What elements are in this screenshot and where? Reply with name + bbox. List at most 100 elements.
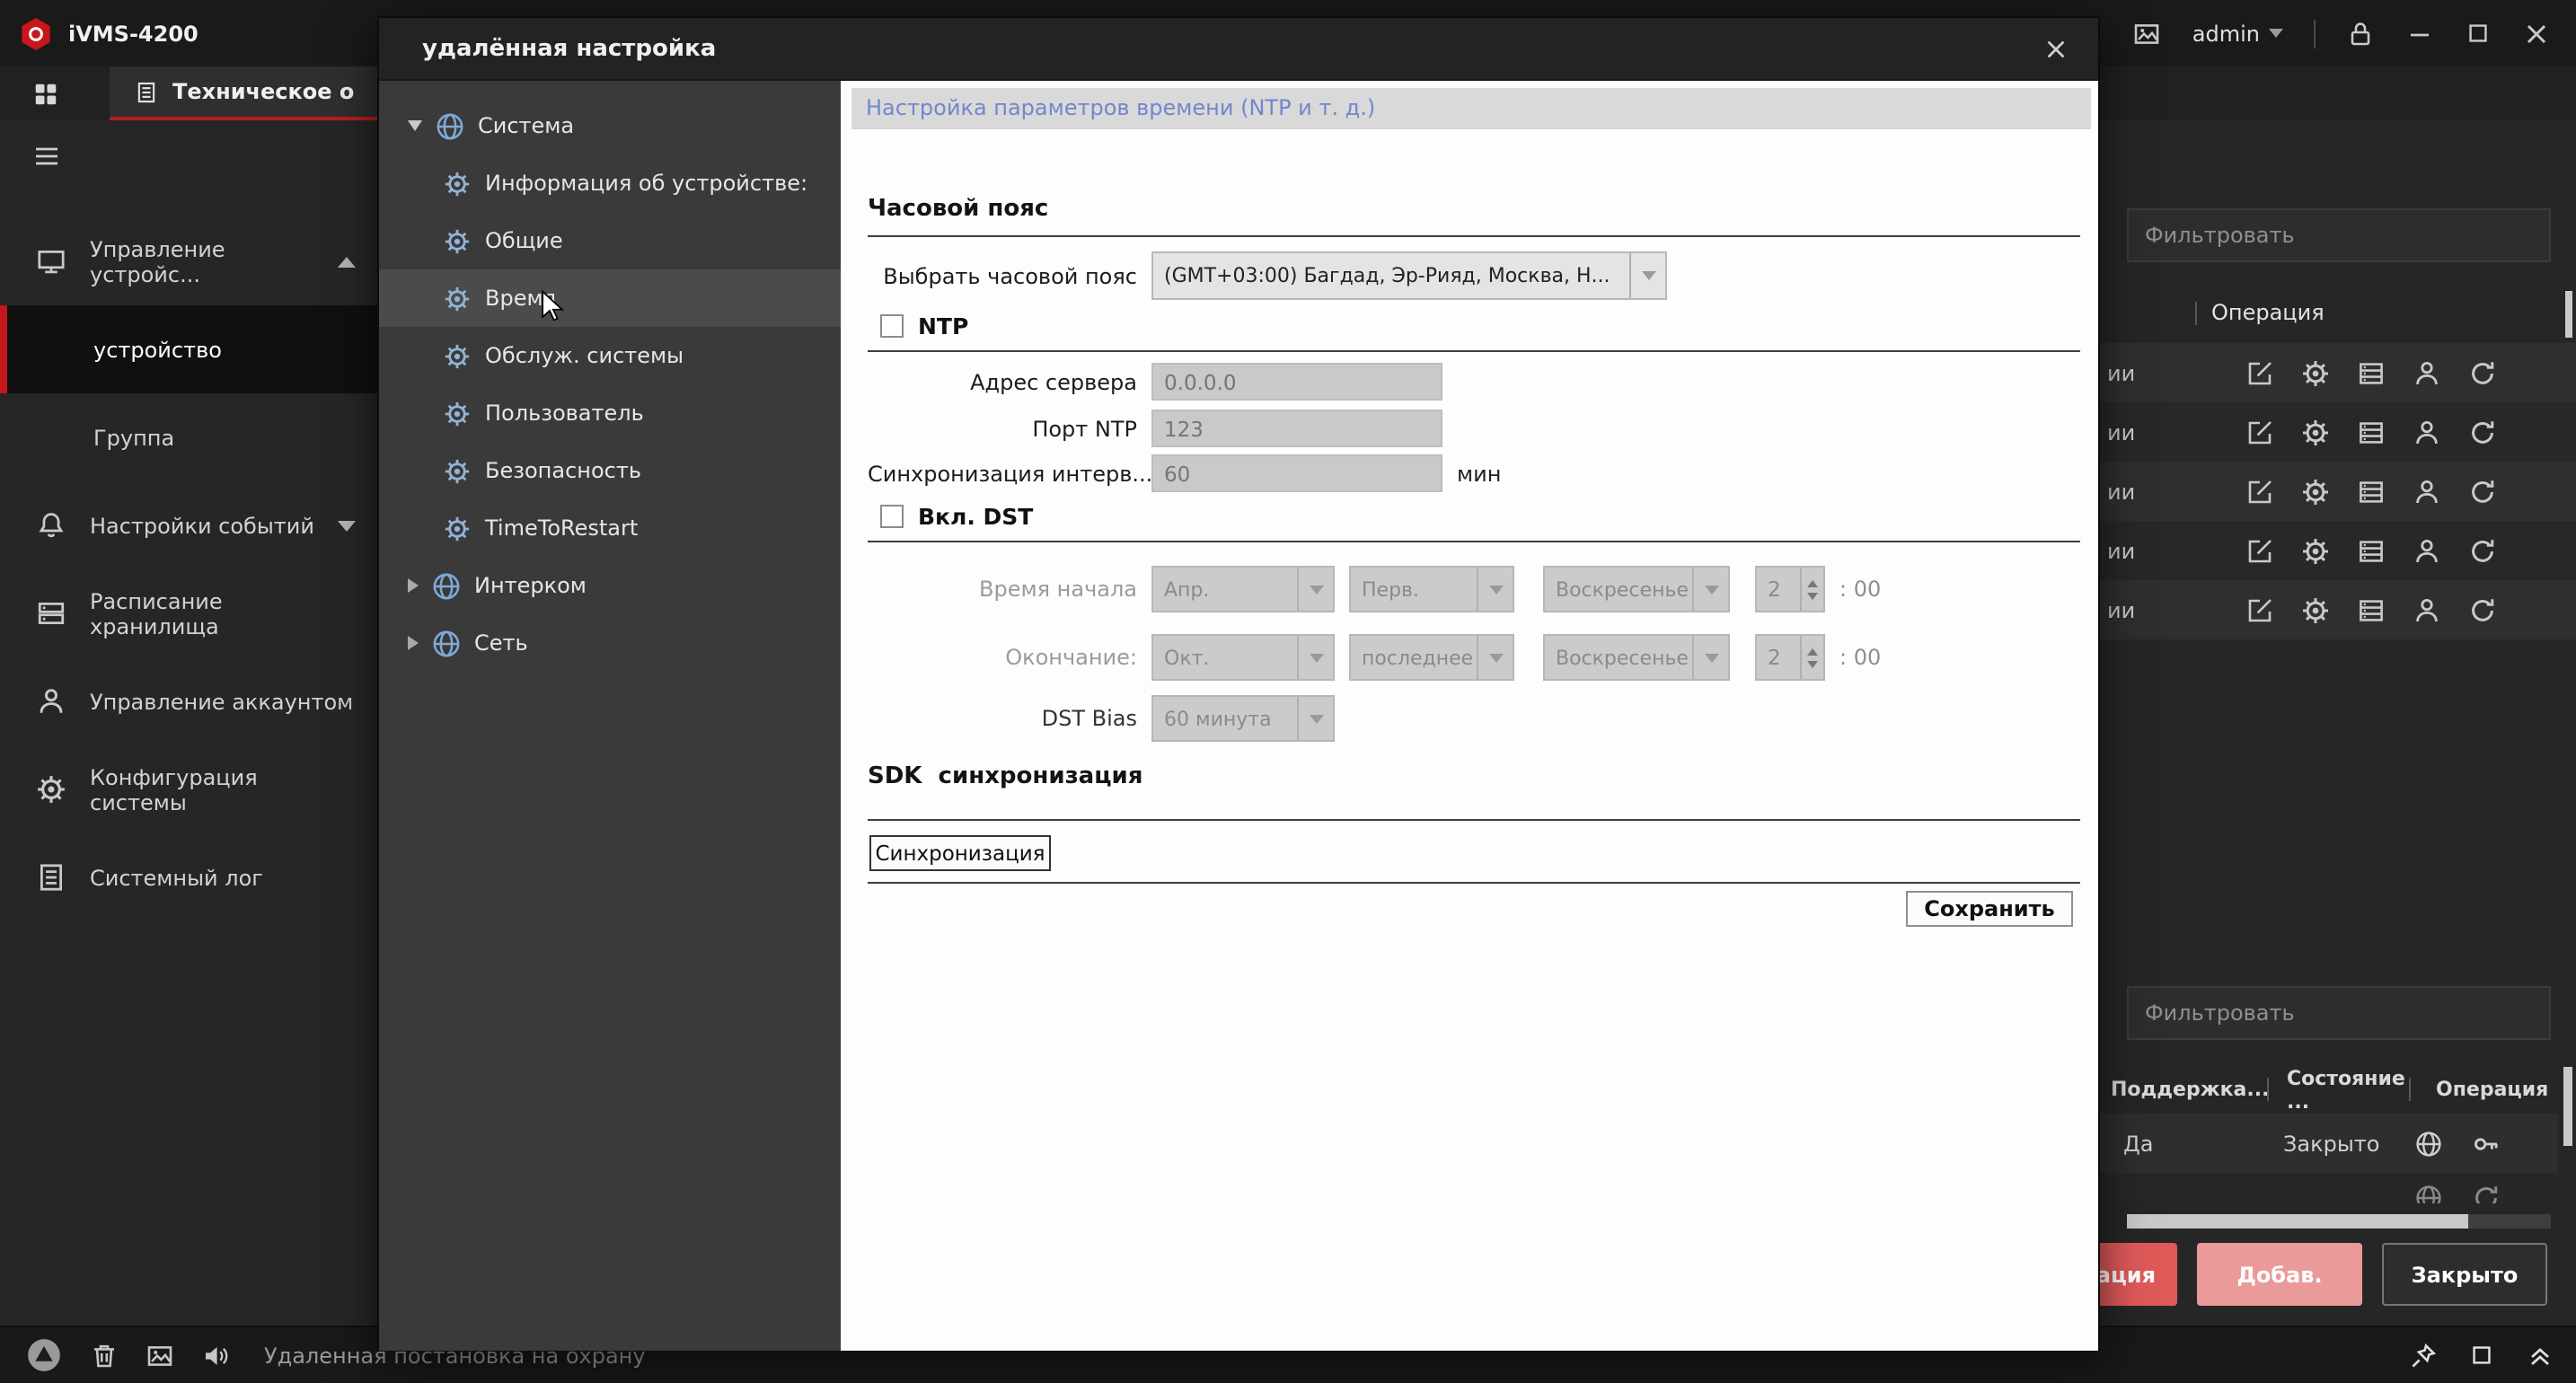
gear-icon[interactable] [2301,358,2330,387]
add-button[interactable]: Добав. [2197,1243,2362,1306]
person-icon[interactable] [2413,418,2441,446]
scrollbar-thumb[interactable] [2127,1214,2468,1229]
refresh-icon[interactable] [2468,418,2497,446]
scrollbar-thumb[interactable] [2563,1067,2572,1146]
tree-item-general[interactable]: Общие [379,212,841,269]
gear-icon[interactable] [2301,536,2330,565]
sidebar-item-system-config[interactable]: Конфигурация системы [0,745,377,833]
table-row[interactable]: ии [2100,402,2576,462]
globe-icon[interactable] [2414,1184,2443,1203]
edit-icon[interactable] [2245,358,2274,387]
table-row[interactable]: Да Закрыто [2100,1114,2558,1173]
close-button[interactable] [2522,19,2551,48]
ntp-interval-input[interactable] [1151,454,1442,492]
chevron-down-icon[interactable] [1629,253,1665,298]
person-icon[interactable] [2413,595,2441,624]
table-row[interactable]: ии [2100,521,2576,580]
refresh-icon[interactable] [2472,1184,2501,1203]
tab-maintenance[interactable]: Техническое о [110,66,397,120]
tree-item-system[interactable]: Система [379,97,841,154]
dst-start-month-select[interactable]: Апр. [1151,566,1335,612]
chevron-down-icon[interactable] [1692,568,1728,611]
records-icon[interactable] [2357,536,2386,565]
refresh-icon[interactable] [2468,595,2497,624]
edit-icon[interactable] [2245,477,2274,506]
spinner-down-icon[interactable] [1807,660,1818,667]
user-menu[interactable]: admin [2192,21,2283,46]
person-icon[interactable] [2413,358,2441,387]
dst-end-day-select[interactable]: Воскресенье [1543,634,1730,681]
horizontal-scrollbar[interactable] [2127,1214,2551,1229]
save-button[interactable]: Сохранить [1906,891,2073,927]
records-icon[interactable] [2357,477,2386,506]
key-icon[interactable] [2472,1129,2501,1158]
minimize-button[interactable] [2405,19,2434,48]
refresh-icon[interactable] [2468,536,2497,565]
globe-icon[interactable] [2414,1129,2443,1158]
ntp-server-input[interactable] [1151,363,1442,401]
dst-checkbox-row[interactable]: Вкл. DST [880,503,1033,530]
alarm-status-icon[interactable] [25,1336,63,1374]
spinner-up-icon[interactable] [1807,579,1818,586]
filter-input-top[interactable] [2127,208,2551,262]
records-icon[interactable] [2357,595,2386,624]
scrollbar-thumb[interactable] [2565,291,2572,338]
timezone-select[interactable]: (GMT+03:00) Багдад, Эр-Рияд, Москва, Н..… [1151,251,1667,300]
closed-button[interactable]: Закрыто [2382,1243,2547,1306]
chevron-down-icon[interactable] [1477,568,1513,611]
sidebar-item-system-log[interactable]: Системный лог [0,833,377,921]
speaker-icon[interactable] [201,1341,230,1370]
tree-item-user[interactable]: Пользователь [379,384,841,442]
dst-end-week-select[interactable]: последнее [1349,634,1514,681]
gear-icon[interactable] [2301,477,2330,506]
dst-start-hour-spinner[interactable]: 2 [1755,566,1825,612]
gear-icon[interactable] [2301,595,2330,624]
chevron-down-icon[interactable] [1692,636,1728,679]
dialog-close-icon[interactable] [2042,35,2069,62]
spinner-up-icon[interactable] [1807,647,1818,655]
table-row[interactable]: ии [2100,580,2576,639]
ntp-checkbox-row[interactable]: NTP [880,313,968,339]
person-icon[interactable] [2413,536,2441,565]
tree-item-time[interactable]: Время [379,269,841,327]
chevron-down-icon[interactable] [1477,636,1513,679]
tree-item-device-info[interactable]: Информация об устройстве: [379,154,841,212]
stop-icon[interactable] [2468,1342,2495,1369]
person-icon[interactable] [2413,477,2441,506]
sync-button[interactable]: Синхронизация [869,835,1051,871]
dst-checkbox[interactable] [880,505,904,528]
tree-item-intercom[interactable]: Интерком [379,557,841,614]
table-row[interactable]: ии [2100,462,2576,521]
dst-end-hour-spinner[interactable]: 2 [1755,634,1825,681]
edit-icon[interactable] [2245,536,2274,565]
ntp-port-input[interactable] [1151,410,1442,447]
dst-bias-select[interactable]: 60 минута [1151,695,1335,742]
dst-start-week-select[interactable]: Перв. [1349,566,1514,612]
sidebar-item-event-settings[interactable]: Настройки событий [0,481,377,569]
dst-start-day-select[interactable]: Воскресенье [1543,566,1730,612]
table-row[interactable]: ии [2100,343,2576,402]
chevron-down-icon[interactable] [1297,697,1333,740]
ntp-checkbox[interactable] [880,314,904,338]
gear-icon[interactable] [2301,418,2330,446]
sidebar-collapse-button[interactable] [0,120,377,192]
tree-item-maintenance[interactable]: Обслуж. системы [379,327,841,384]
sidebar-item-account-management[interactable]: Управление аккаунтом [0,657,377,745]
chevron-down-icon[interactable] [1297,636,1333,679]
expand-collapse-icon[interactable] [408,120,422,131]
edit-icon[interactable] [2245,418,2274,446]
maximize-button[interactable] [2465,20,2492,47]
filter-input-bottom[interactable] [2127,986,2551,1040]
edit-icon[interactable] [2245,595,2274,624]
dialog-titlebar[interactable]: удалённая настройка [379,18,2098,81]
sidebar-item-storage-schedule[interactable]: Расписание хранилища [0,569,377,657]
picture-icon[interactable] [146,1341,174,1370]
collapse-up-icon[interactable] [2526,1341,2554,1370]
refresh-icon[interactable] [2468,477,2497,506]
expand-collapse-icon[interactable] [408,578,419,593]
sidebar-item-device-management[interactable]: Управление устройс... [0,217,377,305]
records-icon[interactable] [2357,418,2386,446]
table-row-partial[interactable] [2100,1173,2558,1203]
pin-icon[interactable] [2409,1341,2438,1370]
lock-icon[interactable] [2346,19,2375,48]
